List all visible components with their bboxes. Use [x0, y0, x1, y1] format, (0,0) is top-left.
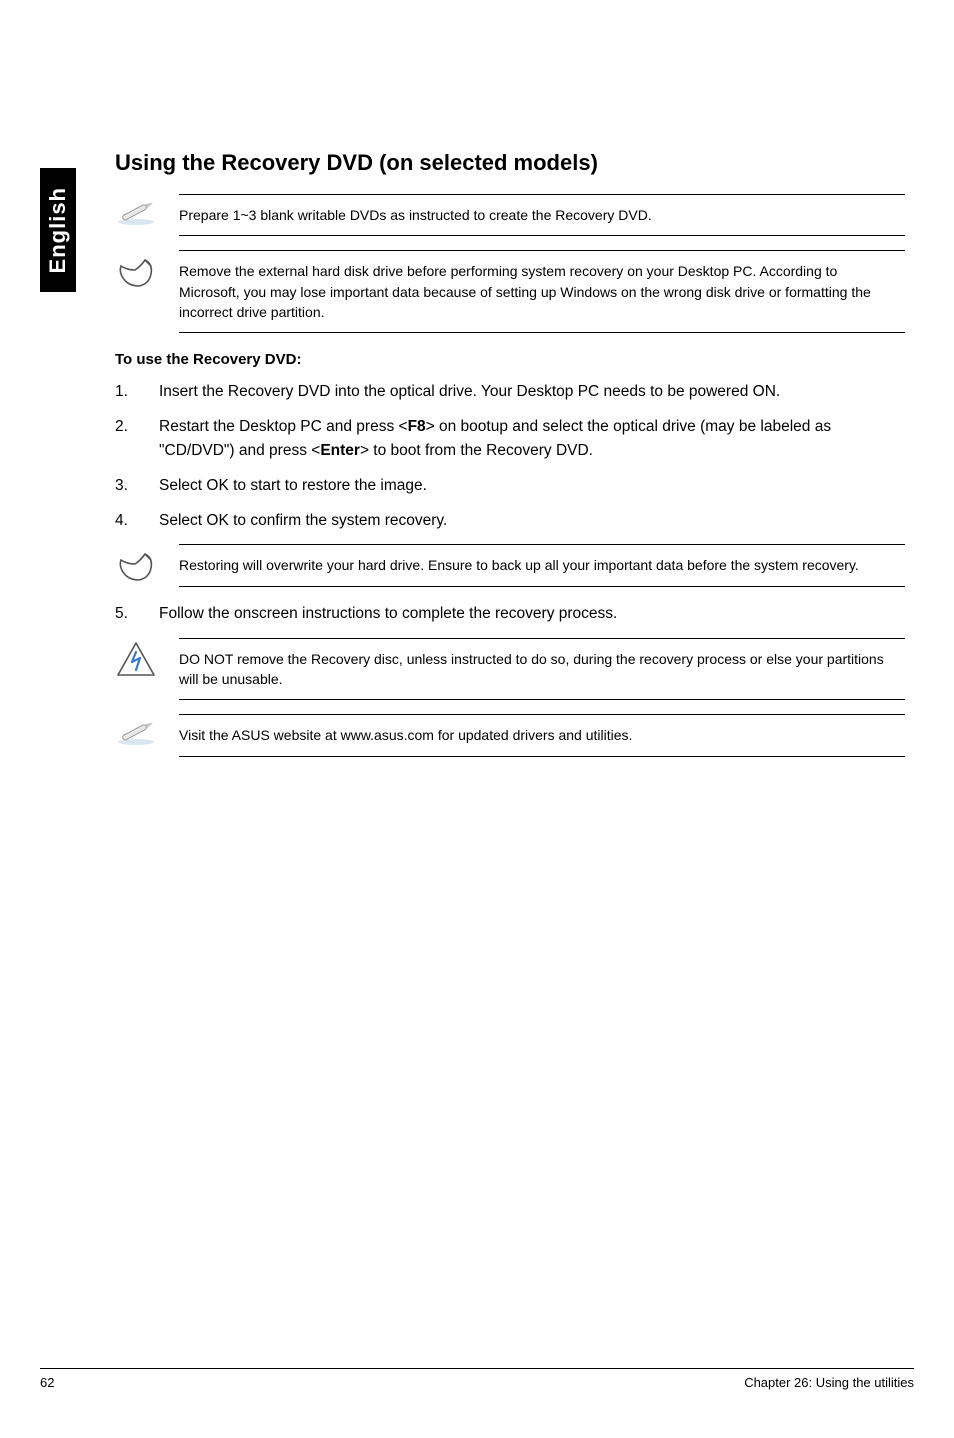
subheading: To use the Recovery DVD:: [115, 351, 905, 368]
note-callout-1: Prepare 1~3 blank writable DVDs as instr…: [115, 194, 905, 236]
hand-icon: [115, 544, 157, 588]
step-number: 4.: [115, 509, 131, 532]
steps-list-2: 5. Follow the onscreen instructions to c…: [115, 602, 905, 625]
hand-text-1: Remove the external hard disk drive befo…: [179, 250, 905, 333]
hand-callout-2: Restoring will overwrite your hard drive…: [115, 544, 905, 588]
note-callout-2: Visit the ASUS website at www.asus.com f…: [115, 714, 905, 756]
page-content: Using the Recovery DVD (on selected mode…: [115, 150, 905, 771]
step-text: Select OK to confirm the system recovery…: [159, 509, 905, 532]
step-text: Follow the onscreen instructions to comp…: [159, 602, 905, 625]
note-text: Prepare 1~3 blank writable DVDs as instr…: [179, 194, 905, 236]
hand-callout-1: Remove the external hard disk drive befo…: [115, 250, 905, 333]
pen-icon: [115, 194, 157, 226]
hand-text-2: Restoring will overwrite your hard drive…: [179, 544, 905, 586]
step-4: 4. Select OK to confirm the system recov…: [115, 509, 905, 532]
steps-list: 1. Insert the Recovery DVD into the opti…: [115, 380, 905, 532]
step-1: 1. Insert the Recovery DVD into the opti…: [115, 380, 905, 403]
step-number: 3.: [115, 474, 131, 497]
step-2: 2. Restart the Desktop PC and press <F8>…: [115, 415, 905, 462]
page-footer: 62 Chapter 26: Using the utilities: [40, 1368, 914, 1390]
step-text: Insert the Recovery DVD into the optical…: [159, 380, 905, 403]
step-number: 1.: [115, 380, 131, 403]
chapter-label: Chapter 26: Using the utilities: [744, 1375, 914, 1390]
warning-text: DO NOT remove the Recovery disc, unless …: [179, 638, 905, 701]
step-3: 3. Select OK to start to restore the ima…: [115, 474, 905, 497]
step-number: 5.: [115, 602, 131, 625]
step-text: Restart the Desktop PC and press <F8> on…: [159, 415, 905, 462]
pen-icon: [115, 714, 157, 746]
step-number: 2.: [115, 415, 131, 462]
warning-callout: DO NOT remove the Recovery disc, unless …: [115, 638, 905, 701]
language-tab: English: [40, 168, 76, 292]
note-text-2: Visit the ASUS website at www.asus.com f…: [179, 714, 905, 756]
section-heading: Using the Recovery DVD (on selected mode…: [115, 150, 905, 176]
warning-icon: [115, 638, 157, 678]
hand-icon: [115, 250, 157, 294]
language-label: English: [45, 187, 71, 273]
step-5: 5. Follow the onscreen instructions to c…: [115, 602, 905, 625]
page-number: 62: [40, 1375, 54, 1390]
step-text: Select OK to start to restore the image.: [159, 474, 905, 497]
